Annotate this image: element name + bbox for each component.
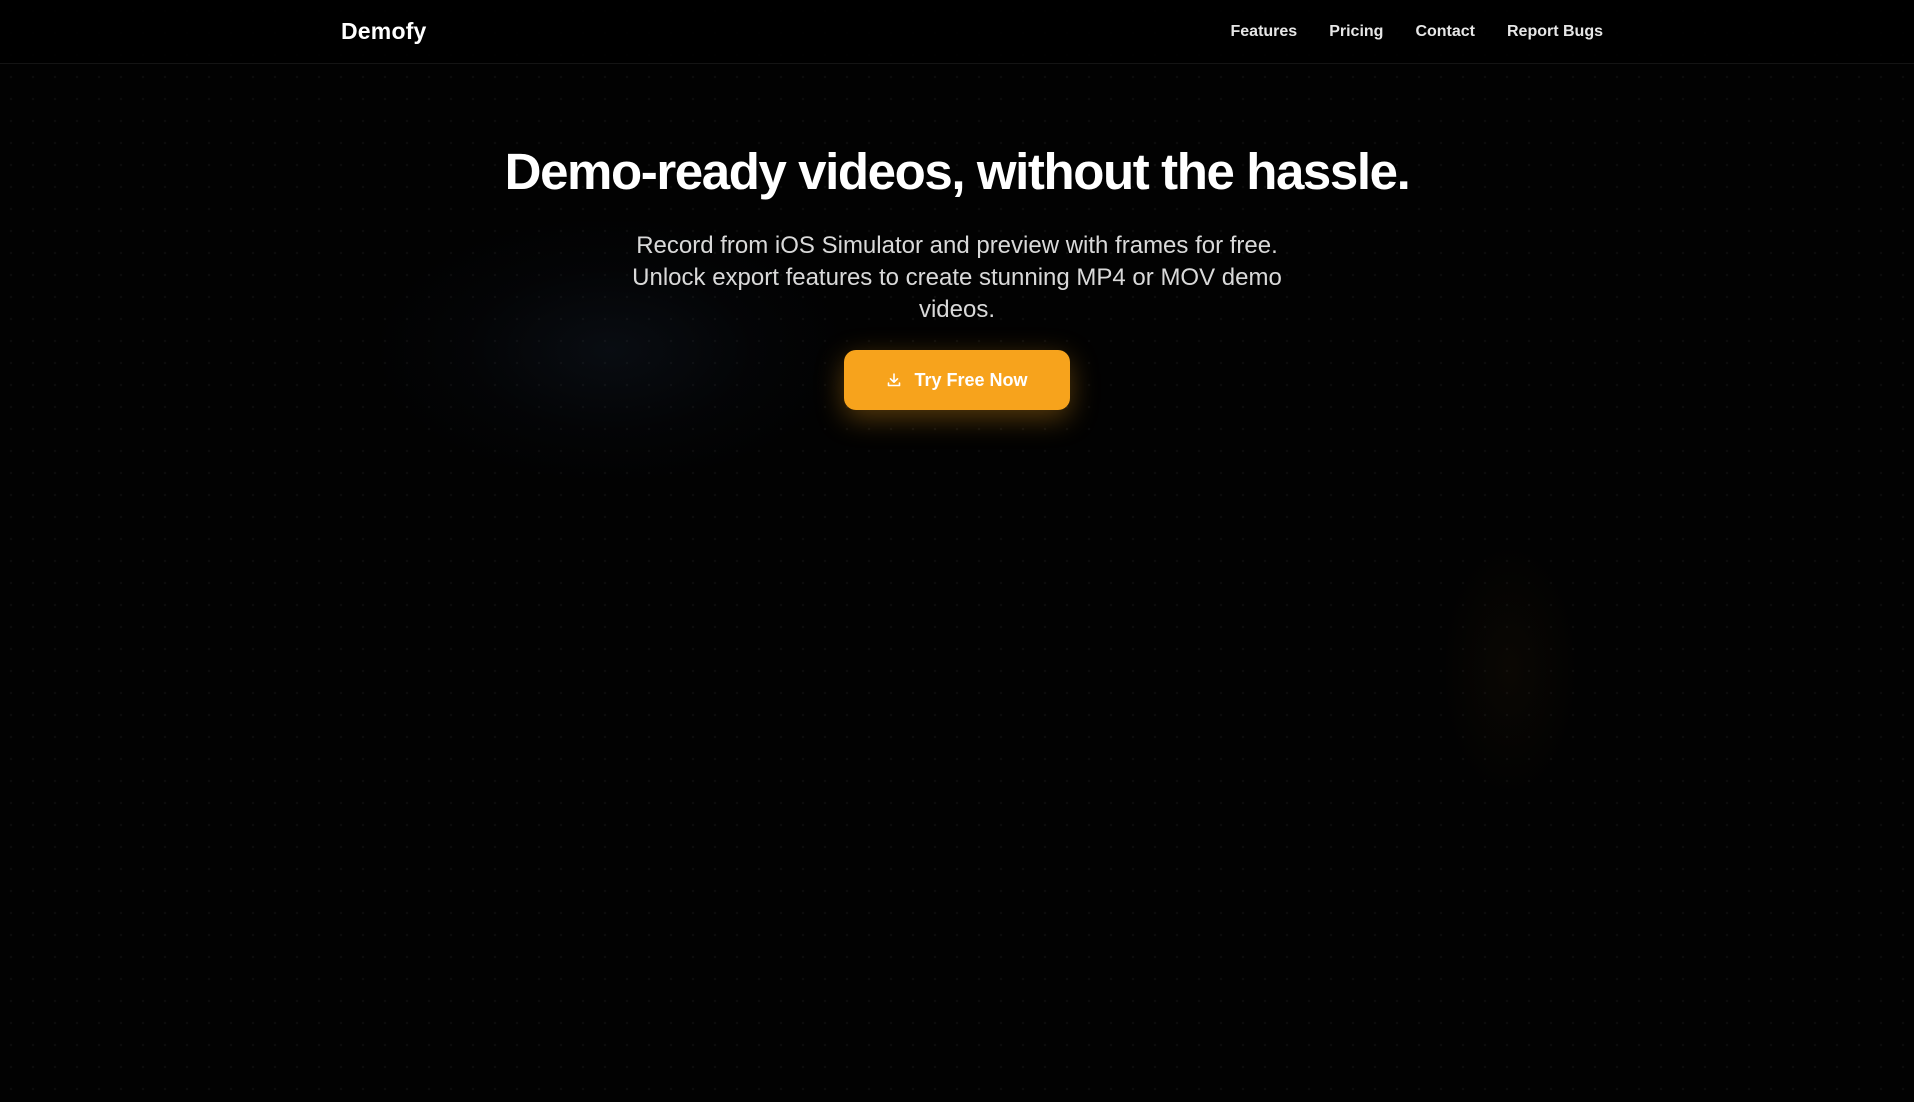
hero-subtitle: Record from iOS Simulator and preview wi…: [632, 232, 1282, 323]
top-navbar: Demofy Features Pricing Contact Report B…: [0, 0, 1914, 64]
hero-section: Demo-ready videos, without the hassle. R…: [0, 140, 1914, 410]
nav-link-contact[interactable]: Contact: [1415, 23, 1475, 41]
landing-page: Demofy Features Pricing Contact Report B…: [0, 0, 1914, 1102]
main-nav: Features Pricing Contact Report Bugs: [1231, 23, 1604, 41]
nav-link-report-bugs[interactable]: Report Bugs: [1507, 23, 1603, 41]
try-free-now-label: Try Free Now: [914, 369, 1028, 390]
nav-link-pricing[interactable]: Pricing: [1329, 23, 1383, 41]
try-free-now-button[interactable]: Try Free Now: [844, 350, 1070, 410]
nav-link-features[interactable]: Features: [1231, 23, 1298, 41]
brand-logo[interactable]: Demofy: [341, 18, 427, 45]
hero-title: Demo-ready videos, without the hassle.: [504, 143, 1411, 200]
background-glow-amber: [1440, 540, 1580, 800]
download-icon: [886, 372, 902, 388]
